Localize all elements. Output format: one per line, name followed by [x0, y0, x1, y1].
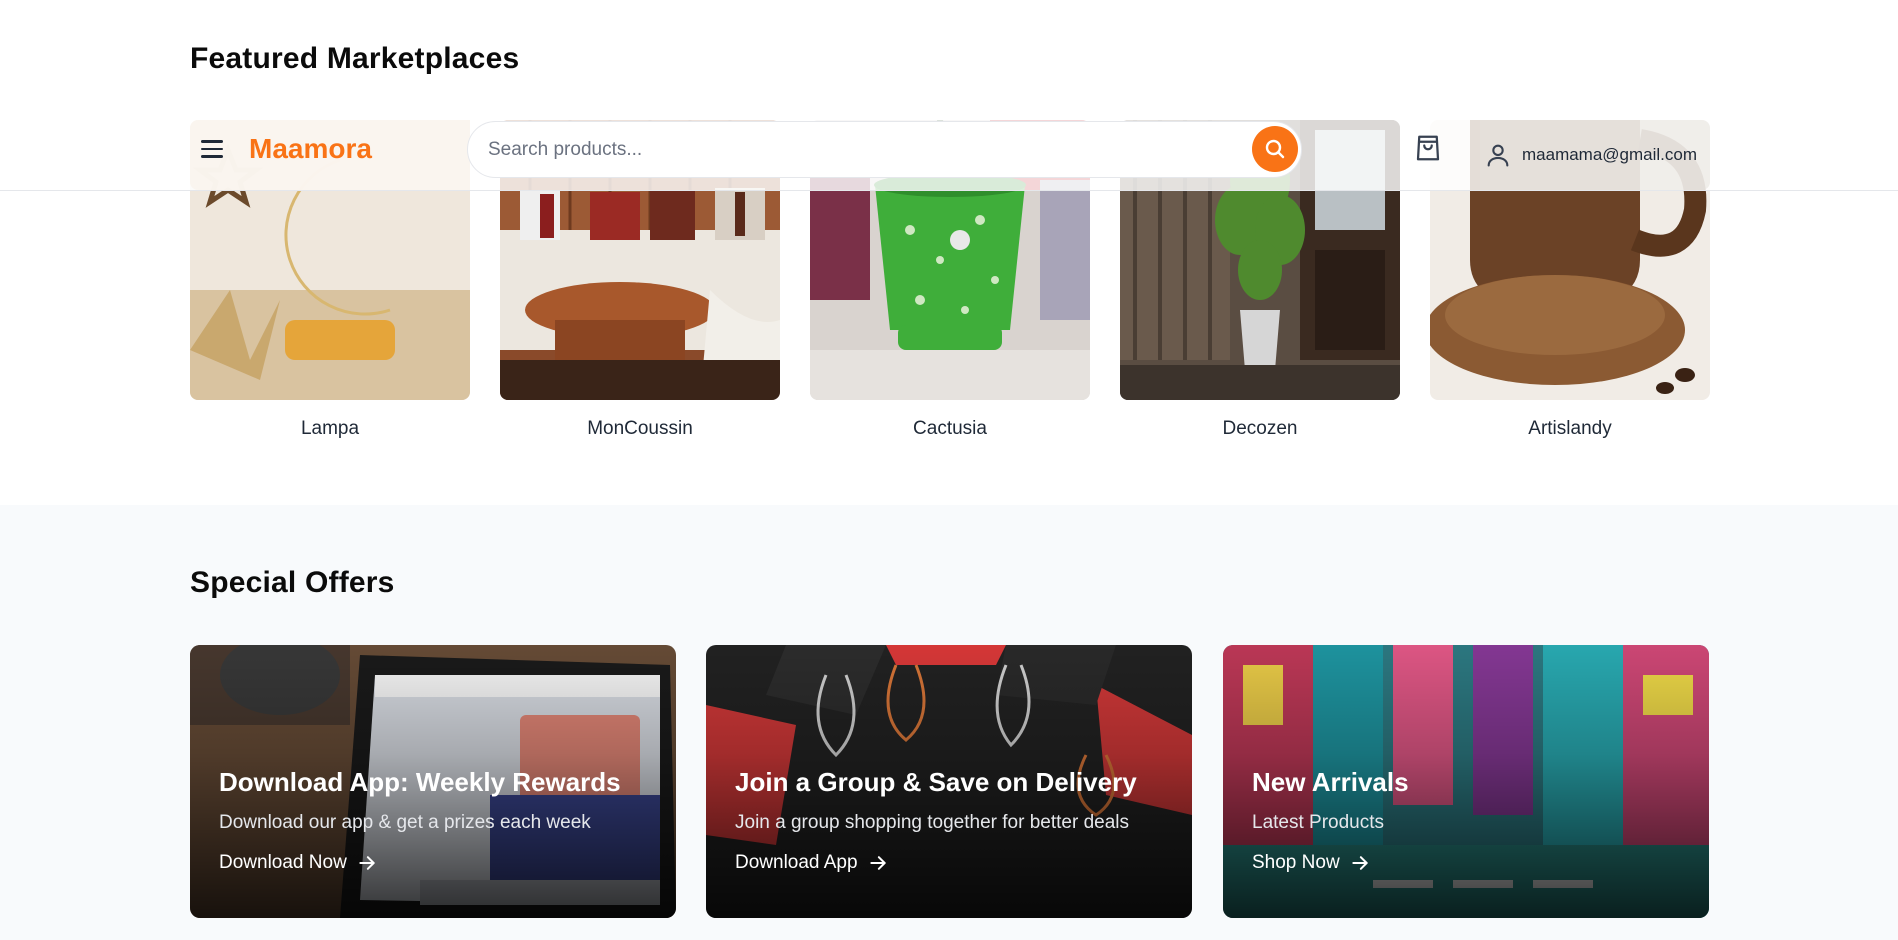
- offer-subtitle: Join a group shopping together for bette…: [735, 812, 1129, 833]
- offer-card-new-arrivals[interactable]: New Arrivals Latest Products Shop Now: [1223, 645, 1709, 918]
- search-icon: [1265, 139, 1285, 159]
- cart-button[interactable]: [1413, 133, 1443, 163]
- arrow-right-icon: [1352, 856, 1368, 870]
- search-bar: [467, 121, 1302, 178]
- offer-cta-link[interactable]: Download Now: [219, 852, 377, 874]
- offer-card-download-app[interactable]: Download App: Weekly Rewards Download ou…: [190, 645, 676, 918]
- user-icon: [1487, 144, 1509, 167]
- marketplace-name[interactable]: MonCoussin: [500, 418, 780, 440]
- user-account-button[interactable]: maamama@gmail.com: [1480, 120, 1710, 190]
- user-email[interactable]: maamama@gmail.com: [1522, 145, 1697, 165]
- offer-title: New Arrivals: [1252, 767, 1409, 797]
- offer-cta-link[interactable]: Shop Now: [1252, 852, 1370, 874]
- featured-title: Featured Marketplaces: [190, 42, 520, 75]
- marketplace-name[interactable]: Artislandy: [1430, 418, 1710, 440]
- search-input[interactable]: [488, 122, 1248, 177]
- arrow-right-icon: [869, 856, 886, 870]
- offer-cta-label[interactable]: Shop Now: [1252, 852, 1340, 874]
- offer-subtitle: Latest Products: [1252, 812, 1385, 833]
- arrow-right-icon: [359, 856, 375, 870]
- menu-icon[interactable]: [201, 135, 229, 163]
- search-button[interactable]: [1252, 126, 1298, 172]
- offer-title: Download App: Weekly Rewards: [219, 767, 621, 797]
- marketplace-name[interactable]: Cactusia: [810, 418, 1090, 440]
- offer-card-join-group[interactable]: Join a Group & Save on Delivery Join a g…: [706, 645, 1192, 918]
- featured-marketplaces-section: Featured Marketplaces Lampa MonCoussin C…: [0, 0, 1898, 505]
- brand-logo[interactable]: Maamora: [249, 133, 372, 165]
- offers-title: Special Offers: [190, 566, 395, 599]
- offer-cta-label[interactable]: Download Now: [219, 852, 347, 874]
- offer-cta-link[interactable]: Download App: [735, 852, 888, 874]
- marketplace-name[interactable]: Decozen: [1120, 418, 1400, 440]
- offer-subtitle: Download our app & get a prizes each wee…: [219, 812, 591, 833]
- marketplace-name[interactable]: Lampa: [190, 418, 470, 440]
- offer-title: Join a Group & Save on Delivery: [735, 767, 1137, 797]
- offer-cta-label[interactable]: Download App: [735, 852, 858, 874]
- shopping-bag-icon: [1416, 135, 1440, 161]
